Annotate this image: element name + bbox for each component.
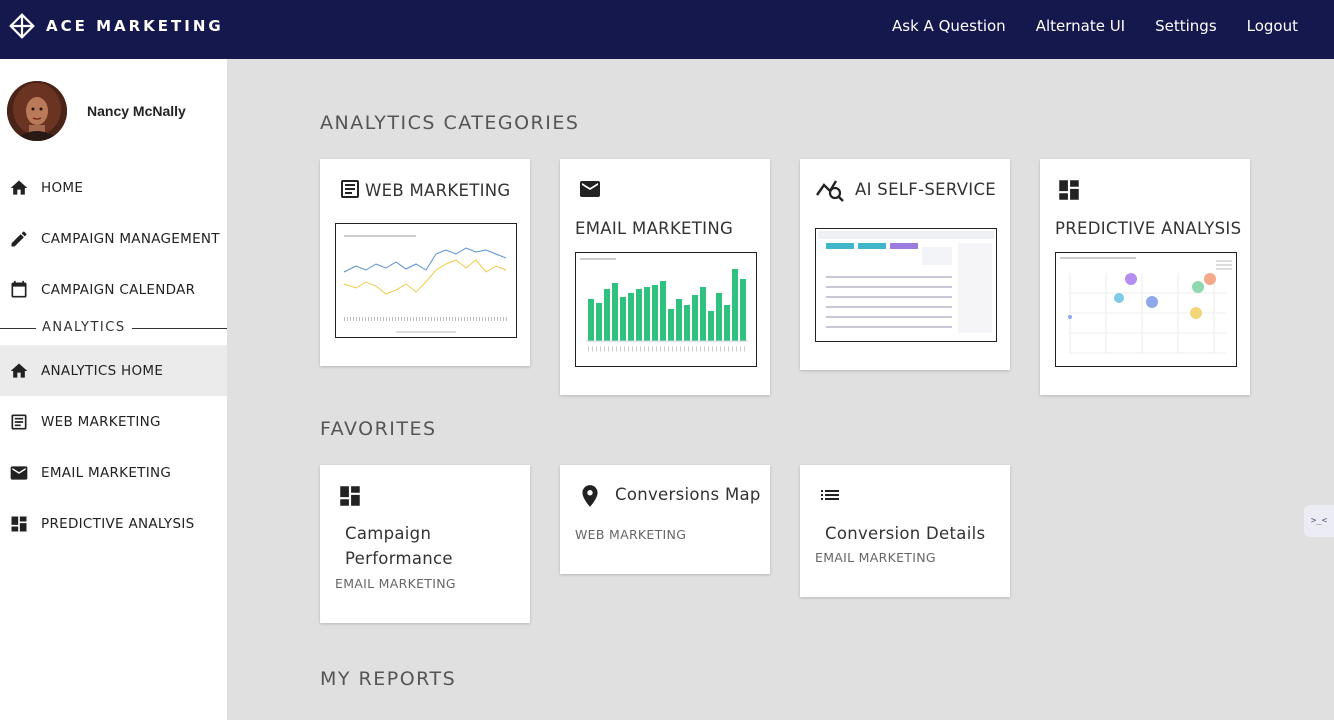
sidebar-item-predictive-analysis[interactable]: PREDICTIVE ANALYSIS xyxy=(0,498,227,549)
nav-alternate-ui[interactable]: Alternate UI xyxy=(1036,17,1125,35)
my-reports-heading: MY REPORTS xyxy=(320,668,457,690)
top-bar: ACE MARKETING Ask A Question Alternate U… xyxy=(0,0,1334,59)
email-marketing-thumbnail xyxy=(575,252,757,367)
ai-search-icon xyxy=(815,175,845,208)
category-card-title: PREDICTIVE ANALYSIS xyxy=(1055,219,1242,238)
category-card-title: EMAIL MARKETING xyxy=(575,219,734,238)
favorite-card-title: Conversion Details xyxy=(825,524,986,543)
sidebar-item-campaign-calendar[interactable]: CAMPAIGN CALENDAR xyxy=(0,264,227,315)
sidebar: Nancy McNally HOME CAMPAIGN MANAGEMENT C… xyxy=(0,59,227,720)
category-card-title: WEB MARKETING xyxy=(365,181,511,200)
category-card-predictive-analysis[interactable]: PREDICTIVE ANALYSIS xyxy=(1040,159,1250,395)
user-profile[interactable]: Nancy McNally xyxy=(7,81,186,141)
nav-settings[interactable]: Settings xyxy=(1155,17,1217,35)
analytics-section-label: ANALYTICS xyxy=(42,320,126,335)
sidebar-item-label: CAMPAIGN MANAGEMENT xyxy=(41,230,220,247)
mail-icon xyxy=(576,177,604,206)
sidebar-item-label: ANALYTICS HOME xyxy=(41,362,164,379)
sidebar-item-analytics-home[interactable]: ANALYTICS HOME xyxy=(0,345,227,396)
sidebar-item-email-marketing[interactable]: EMAIL MARKETING xyxy=(0,447,227,498)
category-card-title: AI SELF-SERVICE xyxy=(855,180,996,199)
sidebar-item-home[interactable]: HOME xyxy=(0,162,227,213)
pencil-icon xyxy=(8,228,30,250)
mail-icon xyxy=(8,462,30,484)
favorite-card-conversion-details[interactable]: Conversion Details EMAIL MARKETING xyxy=(800,465,1010,597)
brand-name: ACE MARKETING xyxy=(46,17,224,35)
favorite-card-category: WEB MARKETING xyxy=(575,527,687,542)
list-icon xyxy=(816,483,844,512)
category-card-web-marketing[interactable]: WEB MARKETING xyxy=(320,159,530,366)
sidebar-item-label: CAMPAIGN CALENDAR xyxy=(41,281,196,298)
avatar xyxy=(7,81,67,141)
map-pin-icon xyxy=(577,482,603,515)
nav-logout[interactable]: Logout xyxy=(1247,17,1298,35)
category-card-email-marketing[interactable]: EMAIL MARKETING xyxy=(560,159,770,395)
category-card-ai-self-service[interactable]: AI SELF-SERVICE xyxy=(800,159,1010,370)
sidebar-item-label: WEB MARKETING xyxy=(41,413,161,430)
top-nav: Ask A Question Alternate UI Settings Log… xyxy=(892,17,1298,35)
home-icon xyxy=(8,177,30,199)
sidebar-item-campaign-management[interactable]: CAMPAIGN MANAGEMENT xyxy=(0,213,227,264)
favorite-card-conversions-map[interactable]: Conversions Map WEB MARKETING xyxy=(560,465,770,574)
favorite-card-category: EMAIL MARKETING xyxy=(335,576,456,591)
predictive-analysis-thumbnail xyxy=(1055,252,1237,367)
sidebar-item-label: EMAIL MARKETING xyxy=(41,464,172,481)
web-page-icon xyxy=(338,177,362,206)
user-name: Nancy McNally xyxy=(87,103,186,119)
dashboard-icon xyxy=(8,513,30,535)
ai-self-service-thumbnail xyxy=(815,228,997,342)
side-panel-toggle[interactable]: >_< xyxy=(1304,505,1334,537)
sidebar-item-web-marketing[interactable]: WEB MARKETING xyxy=(0,396,227,447)
analytics-categories-heading: ANALYTICS CATEGORIES xyxy=(320,112,580,134)
web-marketing-thumbnail xyxy=(335,223,517,338)
favorite-card-title-line-2: Performance xyxy=(345,549,453,568)
sidebar-item-label: HOME xyxy=(41,179,84,196)
favorite-card-title: Conversions Map xyxy=(615,485,761,504)
brand-logo[interactable]: ACE MARKETING xyxy=(8,12,224,40)
home-icon xyxy=(8,360,30,382)
terminal-icon: >_< xyxy=(1310,516,1328,526)
sidebar-item-label: PREDICTIVE ANALYSIS xyxy=(41,515,195,532)
diamond-logo-icon xyxy=(9,13,35,39)
dashboard-icon xyxy=(337,483,363,514)
nav-ask-question[interactable]: Ask A Question xyxy=(892,17,1006,35)
analytics-section-divider: ANALYTICS xyxy=(0,320,227,335)
favorite-card-category: EMAIL MARKETING xyxy=(815,550,936,565)
calendar-icon xyxy=(8,279,30,301)
favorite-card-title-line-1: Campaign xyxy=(345,524,432,543)
favorites-heading: FAVORITES xyxy=(320,418,437,440)
dashboard-icon xyxy=(1056,177,1082,208)
favorite-card-campaign-performance[interactable]: Campaign Performance EMAIL MARKETING xyxy=(320,465,530,623)
web-page-icon xyxy=(8,411,30,433)
